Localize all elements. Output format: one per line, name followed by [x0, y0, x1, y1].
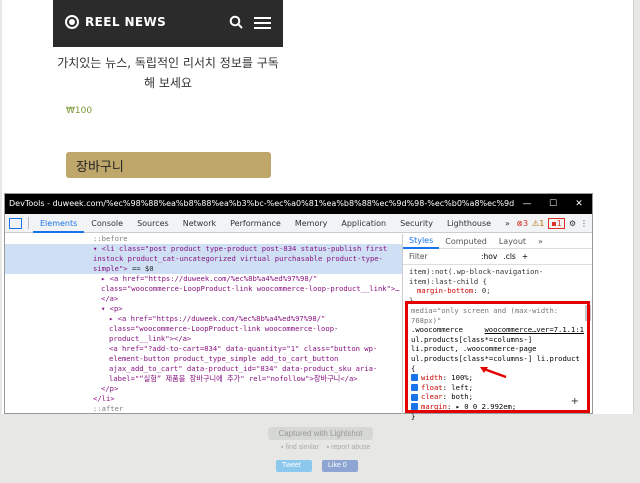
- add-to-cart-button[interactable]: 장바구니: [66, 152, 271, 178]
- node-p-close[interactable]: </p>: [5, 384, 402, 394]
- product-description: 가치있는 뉴스, 독립적인 리서치 정보를 구독해 보세요: [57, 56, 279, 90]
- hov-toggle[interactable]: :hov: [481, 252, 497, 261]
- logo-text: REEL NEWS: [85, 15, 167, 29]
- tab-sources[interactable]: Sources: [130, 214, 176, 233]
- minimize-icon[interactable]: —: [514, 194, 540, 214]
- tab-performance[interactable]: Performance: [223, 214, 288, 233]
- decl-float[interactable]: float: left;: [411, 383, 584, 393]
- warning-count[interactable]: ⚠1: [532, 219, 544, 228]
- search-icon[interactable]: [229, 15, 243, 29]
- styles-more-button[interactable]: »: [532, 237, 549, 246]
- styles-filter-row: Filter :hov .cls +: [403, 249, 592, 265]
- captured-with-lightshot[interactable]: Captured with Lightshot: [268, 427, 373, 440]
- devtools-titlebar: DevTools - duweek.com/%ec%98%88%ea%b8%88…: [5, 194, 592, 214]
- share-buttons: Tweet Like 0: [276, 460, 358, 472]
- pseudo-before[interactable]: ::before: [5, 234, 402, 244]
- site-logo[interactable]: REEL NEWS: [65, 15, 166, 29]
- website-preview: REEL NEWS 가치있는 뉴스, 독립적인 리서치 정보를 구독해 보세요 …: [53, 0, 283, 195]
- node-link-a[interactable]: ▸ <a href="https://duweek.com/%ec%8b%a4%…: [5, 274, 402, 304]
- cls-toggle[interactable]: .cls: [503, 252, 516, 261]
- tab-layout[interactable]: Layout: [493, 237, 532, 246]
- devtools-tabbar: Elements Console Sources Network Perform…: [5, 214, 592, 233]
- screenshot-area: REEL NEWS 가치있는 뉴스, 독립적인 리서치 정보를 구독해 보세요 …: [2, 0, 634, 421]
- tab-security[interactable]: Security: [393, 214, 440, 233]
- pseudo-after[interactable]: ::after: [5, 404, 402, 414]
- add-property-icon[interactable]: +: [571, 397, 579, 407]
- issues-count[interactable]: ▪1: [548, 218, 565, 229]
- inspect-element-icon[interactable]: [9, 217, 22, 229]
- product-price: ₩100: [66, 106, 93, 116]
- selected-node-li[interactable]: ▾ <li class="post product type-product p…: [5, 244, 402, 274]
- tab-styles[interactable]: Styles: [403, 234, 440, 249]
- facebook-like-button[interactable]: Like 0: [322, 460, 358, 472]
- elements-tree: ::before ▾ <li class="post product type-…: [5, 234, 402, 414]
- node-li-close[interactable]: </li>: [5, 394, 402, 404]
- close-icon[interactable]: ✕: [566, 194, 592, 214]
- tab-console[interactable]: Console: [84, 214, 130, 233]
- tab-lighthouse[interactable]: Lighthouse: [440, 214, 498, 233]
- tab-computed[interactable]: Computed: [439, 237, 493, 246]
- node-link-a-empty[interactable]: ▸ <a href="https://duweek.com/%ec%8b%a4%…: [5, 314, 402, 344]
- site-header: REEL NEWS: [53, 0, 283, 47]
- lightshot-actions: ▪ find similar ▪ report abuse: [281, 444, 370, 451]
- node-add-to-cart[interactable]: <a href="?add-to-cart=834" data-quantity…: [5, 344, 402, 384]
- rule-selector-1: .woocommerce: [411, 325, 463, 335]
- node-p[interactable]: ▾ <p>: [5, 304, 402, 314]
- logo-reel-icon: [65, 15, 79, 29]
- decl-margin[interactable]: margin: ▸ 0 0 2.992em;: [411, 402, 584, 412]
- find-similar-link[interactable]: ▪ find similar: [281, 444, 319, 451]
- styles-tabbar: Styles Computed Layout »: [403, 234, 592, 249]
- settings-icon[interactable]: ⚙: [569, 219, 576, 228]
- highlighted-css-rule: media="only screen and (max-width: 768px…: [405, 301, 590, 421]
- error-count[interactable]: ⊗3: [516, 219, 528, 228]
- styles-filter-input[interactable]: Filter: [409, 252, 475, 261]
- tab-application[interactable]: Application: [334, 214, 393, 233]
- more-tabs-button[interactable]: »: [498, 214, 517, 233]
- media-query: media="only screen and (max-width: 768px…: [411, 306, 559, 325]
- red-arrow-annotation: [480, 367, 507, 379]
- styles-panel: Styles Computed Layout » Filter :hov .cl…: [402, 234, 592, 421]
- menu-icon[interactable]: [254, 17, 271, 30]
- tab-memory[interactable]: Memory: [288, 214, 335, 233]
- tab-network[interactable]: Network: [176, 214, 223, 233]
- tab-elements[interactable]: Elements: [33, 214, 85, 233]
- decl-clear[interactable]: clear: both;: [411, 392, 584, 402]
- rule-source-link[interactable]: woocommerce…ver=7.1.1:1: [484, 325, 584, 335]
- tweet-button[interactable]: Tweet: [276, 460, 312, 472]
- maximize-icon[interactable]: ☐: [540, 194, 566, 214]
- more-options-icon[interactable]: ⋮: [580, 219, 588, 228]
- devtools-title: DevTools - duweek.com/%ec%98%88%ea%b8%88…: [9, 199, 543, 208]
- report-abuse-link[interactable]: ▪ report abuse: [327, 444, 371, 451]
- new-rule-icon[interactable]: +: [522, 252, 528, 261]
